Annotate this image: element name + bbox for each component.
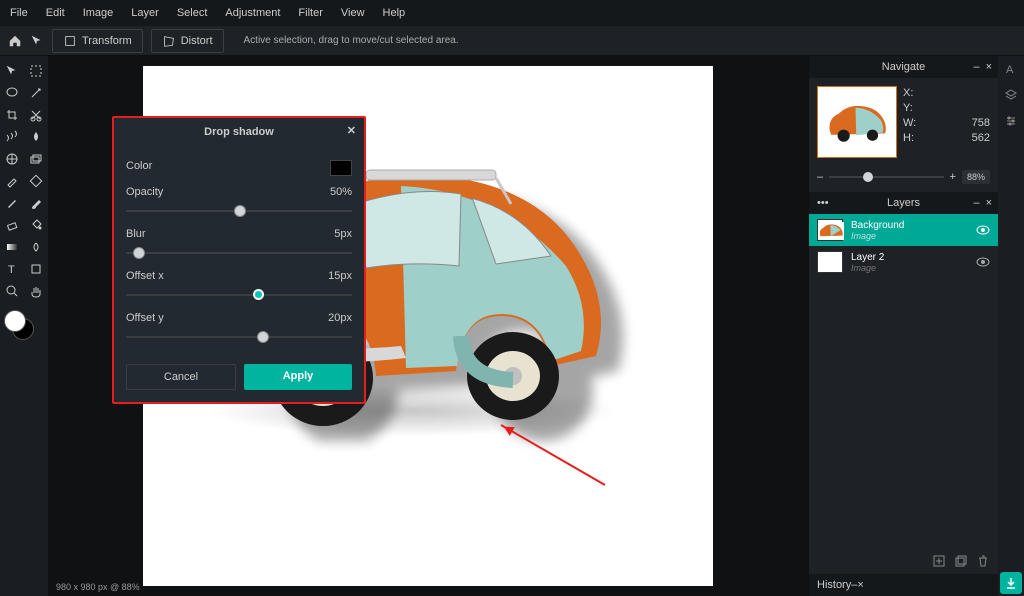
dialog-title: Drop shadow bbox=[204, 126, 274, 138]
text-panel-icon[interactable]: A bbox=[1004, 62, 1018, 76]
opacity-value: 50% bbox=[330, 186, 352, 198]
distort-button[interactable]: Distort bbox=[151, 29, 224, 53]
menu-file[interactable]: File bbox=[10, 7, 28, 19]
offsety-value: 20px bbox=[328, 312, 352, 324]
download-button[interactable] bbox=[1000, 572, 1022, 594]
offsetx-slider[interactable] bbox=[126, 288, 352, 302]
crop-tool[interactable] bbox=[0, 104, 24, 126]
menu-bar: File Edit Image Layer Select Adjustment … bbox=[0, 0, 1024, 26]
smudge-tool[interactable] bbox=[24, 236, 48, 258]
status-bar: 980 x 980 px @ 88% bbox=[56, 582, 140, 592]
layer-thumbnail bbox=[817, 219, 843, 241]
zoom-tool[interactable] bbox=[0, 280, 24, 302]
web-tool[interactable] bbox=[0, 148, 24, 170]
visibility-icon[interactable] bbox=[976, 223, 990, 237]
minimize-icon[interactable]: – bbox=[973, 61, 979, 73]
layer-row[interactable]: BackgroundImage bbox=[809, 214, 998, 246]
heal-tool[interactable] bbox=[24, 170, 48, 192]
blur-slider[interactable] bbox=[126, 246, 352, 260]
right-panels: Navigate–× X: Y: W:758 H:562 – + 88% •••… bbox=[808, 56, 998, 596]
navigate-title: Navigate bbox=[882, 61, 925, 73]
blur-value: 5px bbox=[334, 228, 352, 240]
wand-tool[interactable] bbox=[24, 82, 48, 104]
arrow-icon[interactable] bbox=[30, 34, 44, 48]
history-title: History bbox=[817, 579, 851, 591]
eyedropper-tool[interactable] bbox=[0, 170, 24, 192]
tool-palette: T bbox=[0, 56, 48, 596]
color-label: Color bbox=[126, 160, 152, 176]
layer-thumbnail bbox=[817, 251, 843, 273]
right-icon-strip: A bbox=[998, 56, 1024, 596]
blur-label: Blur bbox=[126, 228, 146, 240]
close-panel-icon[interactable]: × bbox=[857, 579, 863, 591]
menu-edit[interactable]: Edit bbox=[46, 7, 65, 19]
fill-tool[interactable] bbox=[24, 214, 48, 236]
transform-button[interactable]: Transform bbox=[52, 29, 143, 53]
menu-layer[interactable]: Layer bbox=[131, 7, 159, 19]
menu-image[interactable]: Image bbox=[83, 7, 114, 19]
visibility-icon[interactable] bbox=[976, 255, 990, 269]
duplicate-layer-icon[interactable] bbox=[954, 554, 968, 568]
layer-name: Layer 2 bbox=[851, 252, 968, 263]
minimize-icon[interactable]: – bbox=[973, 197, 979, 209]
menu-filter[interactable]: Filter bbox=[298, 7, 322, 19]
close-panel-icon[interactable]: × bbox=[986, 197, 992, 209]
hint-text: Active selection, drag to move/cut selec… bbox=[244, 35, 459, 46]
opacity-slider[interactable] bbox=[126, 204, 352, 218]
zoom-out-button[interactable]: – bbox=[817, 171, 823, 183]
adjust-panel-icon[interactable] bbox=[1004, 114, 1018, 128]
brush-tool[interactable] bbox=[24, 192, 48, 214]
zoom-slider[interactable] bbox=[829, 176, 943, 178]
layer-row[interactable]: Layer 2Image bbox=[809, 246, 998, 278]
hand-tool[interactable] bbox=[24, 280, 48, 302]
layers-panel-icon[interactable] bbox=[1004, 88, 1018, 102]
svg-text:A: A bbox=[1006, 64, 1014, 76]
opacity-label: Opacity bbox=[126, 186, 163, 198]
layer-type: Image bbox=[851, 231, 968, 241]
zoom-in-button[interactable]: + bbox=[950, 171, 956, 183]
clone-tool[interactable] bbox=[24, 148, 48, 170]
blur-tool[interactable] bbox=[24, 126, 48, 148]
layer-menu-icon[interactable]: ••• bbox=[817, 197, 829, 209]
layer-type: Image bbox=[851, 263, 968, 273]
transform-icon bbox=[63, 34, 77, 48]
distort-icon bbox=[162, 34, 176, 48]
gradient-tool[interactable] bbox=[0, 236, 24, 258]
zoom-value: 88% bbox=[962, 170, 990, 184]
offsetx-label: Offset x bbox=[126, 270, 164, 282]
marquee-tool[interactable] bbox=[24, 60, 48, 82]
cancel-button[interactable]: Cancel bbox=[126, 364, 236, 390]
svg-text:T: T bbox=[8, 264, 15, 276]
color-swatch[interactable] bbox=[4, 310, 36, 342]
offsetx-value: 15px bbox=[328, 270, 352, 282]
text-tool[interactable]: T bbox=[0, 258, 24, 280]
move-tool[interactable] bbox=[0, 60, 24, 82]
cut-tool[interactable] bbox=[24, 104, 48, 126]
navigator-info: X: Y: W:758 H:562 bbox=[903, 86, 990, 158]
liquify-tool[interactable] bbox=[0, 126, 24, 148]
eraser-tool[interactable] bbox=[0, 214, 24, 236]
close-icon[interactable]: ✕ bbox=[347, 124, 356, 137]
options-bar: Transform Distort Active selection, drag… bbox=[0, 26, 1024, 56]
offsety-slider[interactable] bbox=[126, 330, 352, 344]
pencil-tool[interactable] bbox=[0, 192, 24, 214]
menu-view[interactable]: View bbox=[341, 7, 365, 19]
apply-button[interactable]: Apply bbox=[244, 364, 352, 390]
canvas-area[interactable]: 980 x 980 px @ 88% Drop shadow ✕ Color O… bbox=[48, 56, 808, 596]
menu-select[interactable]: Select bbox=[177, 7, 208, 19]
color-swatch-input[interactable] bbox=[330, 160, 352, 176]
menu-adjustment[interactable]: Adjustment bbox=[225, 7, 280, 19]
drop-shadow-dialog: Drop shadow ✕ Color Opacity 50% Blur 5px O… bbox=[112, 116, 366, 404]
layer-name: Background bbox=[851, 220, 968, 231]
layers-title: Layers bbox=[887, 197, 920, 209]
close-panel-icon[interactable]: × bbox=[986, 61, 992, 73]
home-icon[interactable] bbox=[8, 34, 22, 48]
lasso-tool[interactable] bbox=[0, 82, 24, 104]
delete-layer-icon[interactable] bbox=[976, 554, 990, 568]
menu-help[interactable]: Help bbox=[383, 7, 406, 19]
shape-tool[interactable] bbox=[24, 258, 48, 280]
navigator-thumbnail[interactable] bbox=[817, 86, 897, 158]
offsety-label: Offset y bbox=[126, 312, 164, 324]
add-layer-icon[interactable] bbox=[932, 554, 946, 568]
